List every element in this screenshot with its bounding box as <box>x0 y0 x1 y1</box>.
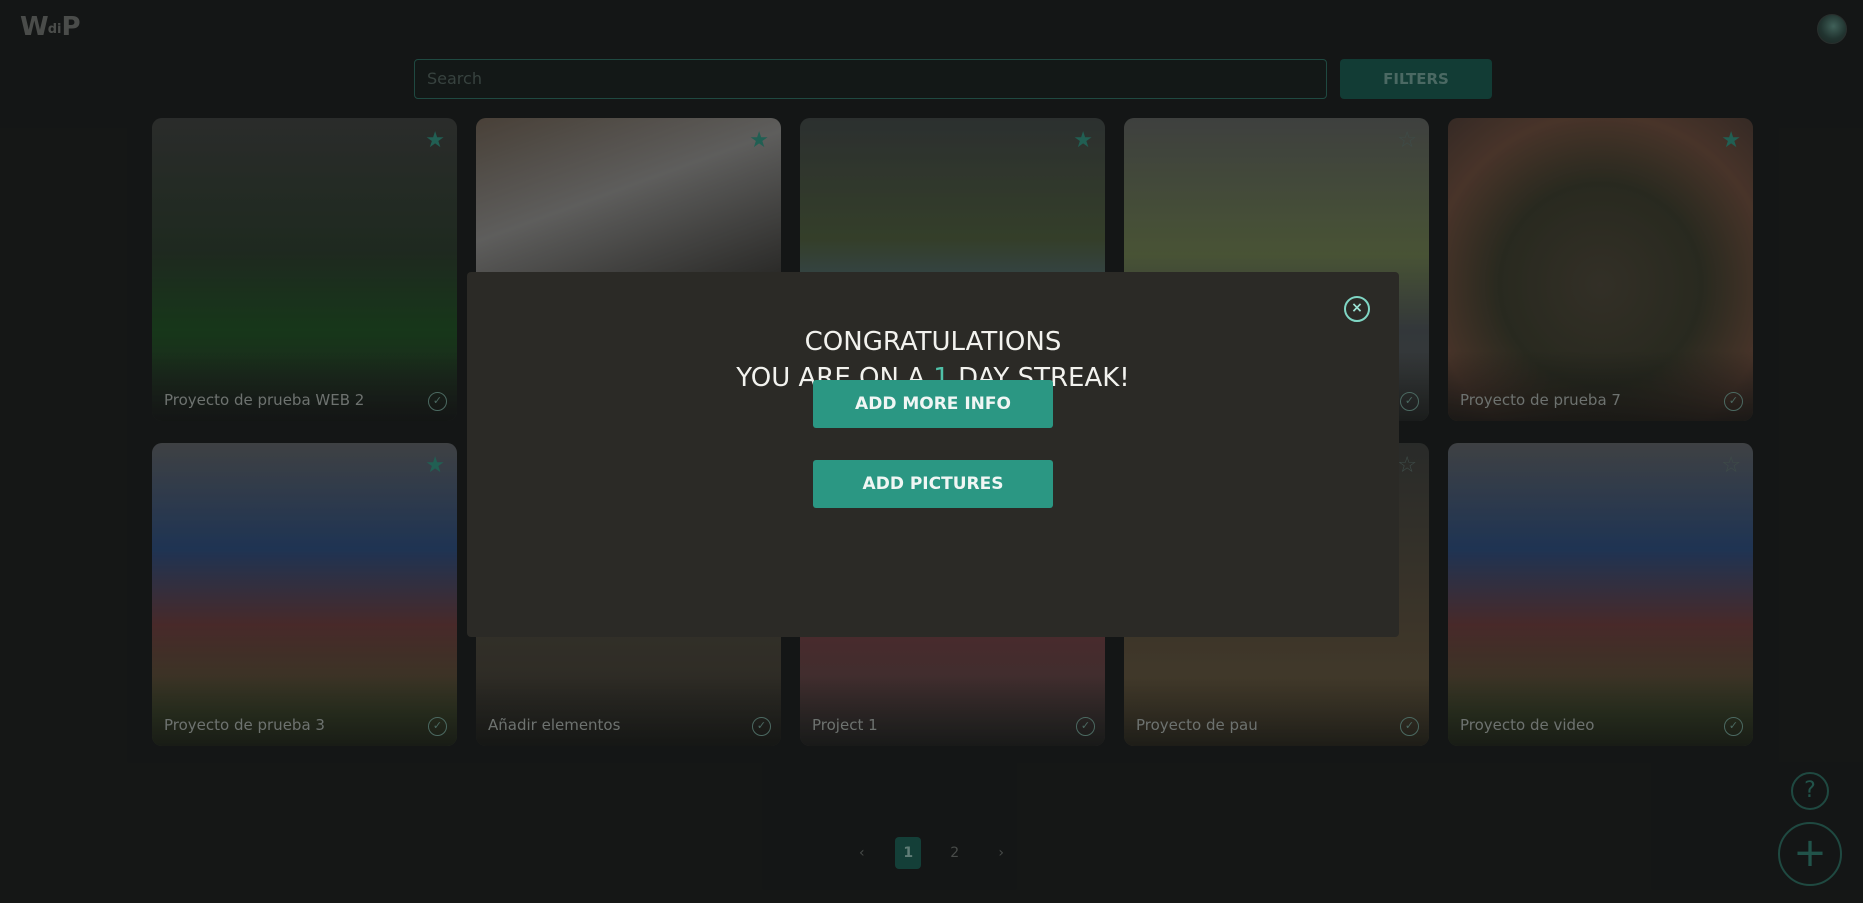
streak-modal: × CONGRATULATIONS YOU ARE ON A 1 DAY STR… <box>467 272 1399 637</box>
close-icon[interactable]: × <box>1344 296 1370 322</box>
modal-title: CONGRATULATIONS <box>804 327 1062 357</box>
add-more-info-button[interactable]: ADD MORE INFO <box>813 380 1053 428</box>
add-pictures-button[interactable]: ADD PICTURES <box>813 460 1053 508</box>
